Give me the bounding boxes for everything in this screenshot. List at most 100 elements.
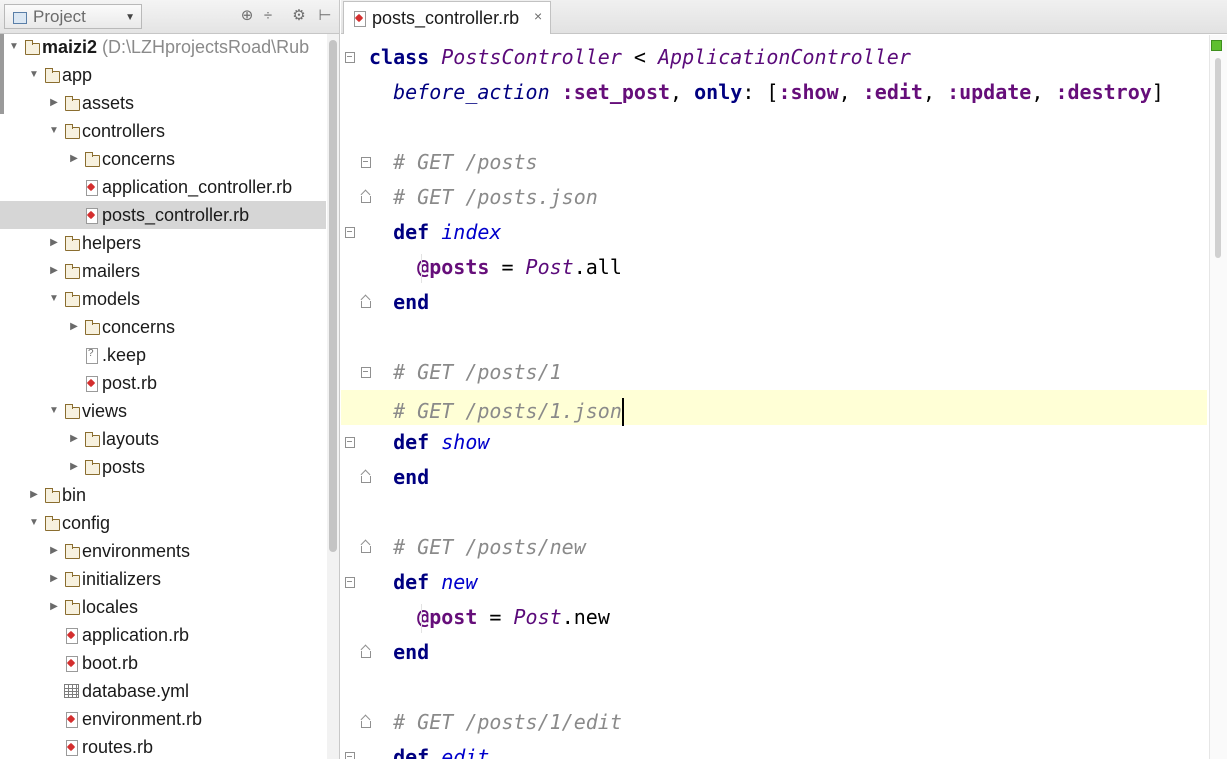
tree-folder-item[interactable]: ▶ assets xyxy=(0,89,326,117)
editor-scrollbar-thumb[interactable] xyxy=(1215,58,1221,258)
tree-folder-item[interactable]: ▼ app xyxy=(0,61,326,89)
code-text-area[interactable]: class PostsController < ApplicationContr… xyxy=(341,40,1209,759)
fold-start-icon[interactable] xyxy=(343,436,355,448)
code-line[interactable]: @posts = Post.all xyxy=(369,250,1209,285)
tree-file-item[interactable]: posts_controller.rb xyxy=(0,201,326,229)
tree-folder-item[interactable]: ▶ concerns xyxy=(0,145,326,173)
code-line[interactable]: # GET /posts.json xyxy=(369,180,1209,215)
folder-icon xyxy=(64,264,80,279)
scroll-from-source-icon[interactable]: ⊕ xyxy=(238,6,256,26)
expand-arrow-right-icon[interactable]: ▶ xyxy=(48,89,60,117)
code-line[interactable]: def new xyxy=(369,565,1209,600)
code-token: edit xyxy=(441,745,490,759)
tree-scrollbar-thumb[interactable] xyxy=(329,40,337,552)
fold-start-icon[interactable] xyxy=(343,576,355,588)
settings-gear-icon[interactable]: ⚙ xyxy=(290,6,308,26)
ruby-file-icon xyxy=(64,656,79,672)
tree-folder-item[interactable]: ▶ posts xyxy=(0,453,326,481)
fold-start-icon[interactable] xyxy=(343,226,355,238)
tree-file-item[interactable]: application_controller.rb xyxy=(0,173,326,201)
expand-arrow-down-icon[interactable]: ▼ xyxy=(28,509,40,537)
tree-folder-item[interactable]: ▶ layouts xyxy=(0,425,326,453)
tree-folder-item[interactable]: ▶ concerns xyxy=(0,313,326,341)
tree-folder-item[interactable]: ▼ maizi2 (D:\LZHprojectsRoad\Rub xyxy=(0,33,326,61)
expand-arrow-right-icon[interactable]: ▶ xyxy=(48,537,60,565)
code-line[interactable]: def index xyxy=(369,215,1209,250)
tree-file-item[interactable]: application.rb xyxy=(0,621,326,649)
code-line[interactable]: @post = Post.new xyxy=(369,600,1209,635)
expand-arrow-down-icon[interactable]: ▼ xyxy=(48,117,60,145)
hide-panel-icon[interactable]: ⊢ xyxy=(316,6,334,26)
code-line[interactable]: def show xyxy=(369,425,1209,460)
expand-arrow-right-icon[interactable]: ▶ xyxy=(48,229,60,257)
tree-item-label: posts_controller.rb xyxy=(102,201,249,229)
code-line[interactable]: # GET /posts/new xyxy=(369,530,1209,565)
tree-file-item[interactable]: boot.rb xyxy=(0,649,326,677)
expand-arrow-right-icon[interactable]: ▶ xyxy=(48,565,60,593)
expand-arrow-right-icon[interactable]: ▶ xyxy=(68,453,80,481)
code-token: # GET /posts/1/edit xyxy=(393,710,622,734)
tree-folder-item[interactable]: ▶ environments xyxy=(0,537,326,565)
expand-arrow-right-icon[interactable]: ▶ xyxy=(48,257,60,285)
code-token: new xyxy=(573,605,610,629)
code-line[interactable]: end xyxy=(369,460,1209,495)
tree-folder-item[interactable]: ▶ mailers xyxy=(0,257,326,285)
project-view-selector[interactable]: Project ▼ xyxy=(4,4,142,29)
code-line[interactable] xyxy=(369,110,1209,145)
code-line[interactable]: # GET /posts/1 xyxy=(369,355,1209,390)
expand-arrow-right-icon[interactable]: ▶ xyxy=(68,425,80,453)
code-line[interactable]: class PostsController < ApplicationContr… xyxy=(369,40,1209,75)
code-line[interactable]: # GET /posts/1.json xyxy=(341,390,1207,426)
tree-file-item[interactable]: post.rb xyxy=(0,369,326,397)
expand-arrow-right-icon[interactable]: ▶ xyxy=(48,593,60,621)
tab-close-icon[interactable]: × xyxy=(534,8,542,24)
tree-file-item[interactable]: database.yml xyxy=(0,677,326,705)
code-line[interactable]: # GET /posts/1/edit xyxy=(369,705,1209,740)
expand-arrow-down-icon[interactable]: ▼ xyxy=(28,61,40,89)
tree-item-label: routes.rb xyxy=(82,733,153,759)
tree-item-text: environment.rb xyxy=(82,709,203,729)
code-token: end xyxy=(393,640,430,664)
inspection-ok-icon[interactable] xyxy=(1211,40,1222,51)
tree-folder-item[interactable]: ▶ helpers xyxy=(0,229,326,257)
tree-folder-item[interactable]: ▼ views xyxy=(0,397,326,425)
tree-item-text: config xyxy=(62,513,111,533)
collapse-all-icon[interactable]: ÷ xyxy=(259,6,277,26)
tree-folder-item[interactable]: ▶ locales xyxy=(0,593,326,621)
tree-folder-item[interactable]: ▼ controllers xyxy=(0,117,326,145)
tree-folder-item[interactable]: ▼ models xyxy=(0,285,326,313)
tree-folder-item[interactable]: ▶ bin xyxy=(0,481,326,509)
expand-arrow-right-icon[interactable]: ▶ xyxy=(68,313,80,341)
expand-arrow-down-icon[interactable]: ▼ xyxy=(48,285,60,313)
code-line[interactable]: # GET /posts xyxy=(369,145,1209,180)
tree-folder-item[interactable]: ▼ config xyxy=(0,509,326,537)
code-line[interactable] xyxy=(369,495,1209,530)
tree-file-item[interactable]: environment.rb xyxy=(0,705,326,733)
fold-start-icon[interactable] xyxy=(343,51,355,63)
tab-posts-controller[interactable]: posts_controller.rb × xyxy=(343,1,551,34)
tree-folder-item[interactable]: ▶ initializers xyxy=(0,565,326,593)
fold-start-icon[interactable] xyxy=(343,751,355,759)
code-line[interactable] xyxy=(369,670,1209,705)
code-line[interactable] xyxy=(369,320,1209,355)
code-token: def xyxy=(393,745,442,759)
expand-arrow-down-icon[interactable]: ▼ xyxy=(8,33,20,61)
tree-item-text: post.rb xyxy=(102,373,158,393)
tree-item-text: environments xyxy=(82,541,191,561)
tree-file-item[interactable]: routes.rb xyxy=(0,733,326,759)
code-line[interactable]: end xyxy=(369,635,1209,670)
expand-arrow-down-icon[interactable]: ▼ xyxy=(48,397,60,425)
code-line[interactable]: def edit xyxy=(369,740,1209,759)
expand-arrow-right-icon[interactable]: ▶ xyxy=(68,145,80,173)
expand-arrow-right-icon[interactable]: ▶ xyxy=(28,481,40,509)
code-line[interactable]: before_action :set_post, only: [:show, :… xyxy=(369,75,1209,110)
tree-file-item[interactable]: .keep xyxy=(0,341,326,369)
code-line[interactable]: end xyxy=(369,285,1209,320)
tree-item-text: .keep xyxy=(102,345,147,365)
